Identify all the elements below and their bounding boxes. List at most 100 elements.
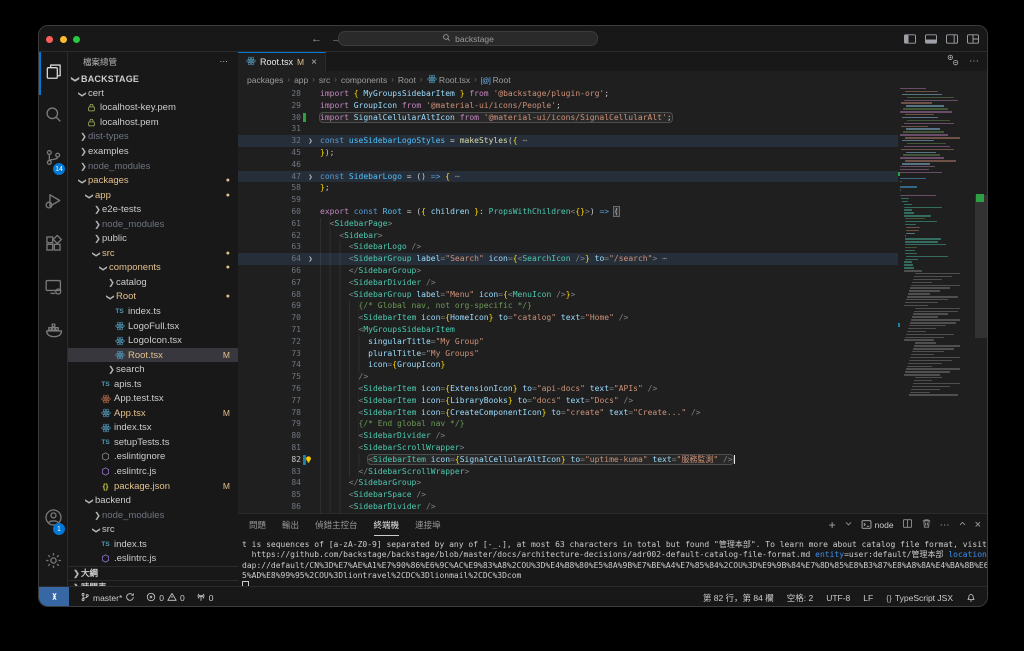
code-line-79[interactable]: 79 {/* End global nav */}	[238, 418, 898, 431]
toggle-panel-icon[interactable]	[924, 32, 938, 46]
code-line-69[interactable]: 69 {/* Global nav, not org-specific */}	[238, 300, 898, 313]
activity-accounts[interactable]: 1	[39, 498, 67, 541]
tree-item-localhost.pem[interactable]: localhost.pem	[68, 115, 238, 130]
maximize-panel-icon[interactable]	[958, 519, 967, 531]
code-line-58[interactable]: 58};	[238, 182, 898, 194]
ports-status[interactable]: 0	[196, 592, 214, 604]
code-line-63[interactable]: 63 <SidebarLogo />	[238, 241, 898, 254]
code-line-61[interactable]: 61 <SidebarPage>	[238, 217, 898, 230]
code-line-32[interactable]: 32 ❯ const useSidebarLogoStyles = makeStyl…	[238, 135, 898, 147]
toggle-secondary-sidebar-icon[interactable]	[945, 32, 959, 46]
tree-item-backend[interactable]: ❯ backend	[68, 493, 238, 508]
activity-explorer[interactable]	[39, 52, 67, 95]
tree-item-dist-types[interactable]: ❯ dist-types	[68, 130, 238, 145]
workspace-root[interactable]: ❯ BACKSTAGE	[68, 71, 238, 86]
split-terminal-icon[interactable]	[902, 518, 913, 532]
activity-remote-explorer[interactable]	[39, 267, 67, 310]
tree-item-examples[interactable]: ❯ examples	[68, 144, 238, 159]
code-line-73[interactable]: 73 pluralTitle="My Groups"	[238, 347, 898, 360]
tree-item-index.tsx[interactable]: index.tsx	[68, 421, 238, 436]
code-line-71[interactable]: 71 <MyGroupsSidebarItem	[238, 323, 898, 336]
code-line-74[interactable]: 74 icon={GroupIcon}	[238, 359, 898, 372]
problems-status[interactable]: 0 0	[146, 592, 185, 604]
tree-item-nodemodules[interactable]: ❯ node_modules	[68, 508, 238, 523]
code-line-62[interactable]: 62 <Sidebar>	[238, 229, 898, 242]
code-line-68[interactable]: 68 <SidebarGroup label="Menu" icon={<Menu…	[238, 288, 898, 301]
breadcrumbs[interactable]: packages › app › src › components › Root › Root.t…	[238, 71, 987, 88]
panel-tab-問題[interactable]: 問題	[249, 519, 266, 531]
language-mode[interactable]: {} TypeScript JSX	[886, 593, 953, 603]
encoding[interactable]: UTF-8	[826, 593, 850, 603]
toggle-sidebar-icon[interactable]	[903, 32, 917, 46]
panel-tab-連接埠[interactable]: 連接埠	[415, 519, 441, 531]
code-line-84[interactable]: 84 </SidebarGroup>	[238, 477, 898, 490]
panel-tab-輸出[interactable]: 輸出	[282, 519, 299, 531]
command-center-search[interactable]: backstage	[338, 31, 598, 46]
tree-item-public[interactable]: ❯ public	[68, 231, 238, 246]
tree-item-App.tsx[interactable]: App.tsx M	[68, 406, 238, 421]
code-line-82[interactable]: 82 <SidebarItem icon={SignalCellularAltIc…	[238, 453, 898, 466]
sidebar-more-icon[interactable]: ⋯	[220, 56, 229, 67]
code-line-46[interactable]: 46	[238, 159, 898, 171]
tree-item-apis.ts[interactable]: TS apis.ts	[68, 377, 238, 392]
editor-more-actions-icon[interactable]: ⋯	[969, 56, 979, 67]
code-line-47[interactable]: 47 ❯ const SidebarLogo = () => { ⋯	[238, 170, 898, 183]
terminal-instance[interactable]: node	[861, 519, 894, 532]
tree-item-catalog[interactable]: ❯ catalog	[68, 275, 238, 290]
customize-layout-icon[interactable]	[966, 32, 980, 46]
code-line-64[interactable]: 64 ❯ <SidebarGroup label="Search" icon={<S…	[238, 253, 898, 265]
tree-item-.eslintignore[interactable]: .eslintignore	[68, 450, 238, 465]
tab-close-icon[interactable]: ×	[311, 57, 317, 68]
tree-item-setupTests.ts[interactable]: TS setupTests.ts	[68, 435, 238, 450]
notifications-bell-icon[interactable]	[966, 592, 976, 604]
tree-item-app[interactable]: ❯ app ●	[68, 188, 238, 203]
code-line-83[interactable]: 83 </SidebarScrollWrapper>	[238, 465, 898, 478]
tree-item-LogoFull.tsx[interactable]: LogoFull.tsx	[68, 319, 238, 334]
cursor-position[interactable]: 第 82 行，第 84 欄	[703, 592, 774, 604]
tree-item-.eslintrc.js[interactable]: .eslintrc.js	[68, 464, 238, 479]
code-line-30[interactable]: 30 import SignalCellularAltIcon from '@ma…	[238, 111, 898, 124]
eol[interactable]: LF	[863, 593, 873, 603]
code-line-76[interactable]: 76 <SidebarItem icon={ExtensionIcon} to="…	[238, 382, 898, 395]
code-line-85[interactable]: 85 <SidebarSpace />	[238, 489, 898, 501]
new-terminal-button[interactable]: +	[829, 518, 836, 532]
tree-item-cert[interactable]: ❯ cert	[68, 86, 238, 101]
panel-tab-偵錯主控台[interactable]: 偵錯主控台	[315, 519, 358, 531]
tree-item-components[interactable]: ❯ components ●	[68, 261, 238, 276]
panel-tab-終端機[interactable]: 終端機	[374, 514, 400, 536]
branch-status[interactable]: master*	[80, 592, 135, 604]
tree-item-Root.tsx[interactable]: Root.tsx M	[68, 347, 238, 363]
editor-scrollbar[interactable]	[975, 195, 987, 338]
close-panel-icon[interactable]: ×	[975, 519, 981, 531]
nav-back-button[interactable]: ←	[311, 33, 322, 45]
activity-run-debug[interactable]	[39, 181, 67, 224]
tree-item-index.ts[interactable]: TS index.ts	[68, 537, 238, 552]
code-line-31[interactable]: 31	[238, 123, 898, 135]
fold-chevron-icon[interactable]: ❯	[308, 255, 312, 263]
tree-item-LogoIcon.tsx[interactable]: LogoIcon.tsx	[68, 333, 238, 348]
activity-docker[interactable]	[39, 310, 67, 353]
activity-search[interactable]	[39, 95, 67, 138]
terminal-output[interactable]: t is sequences of [a-zA-Z0-9] separated …	[242, 540, 987, 592]
code-line-70[interactable]: 70 <SidebarItem icon={HomeIcon} to="catal…	[238, 312, 898, 324]
tree-item-localhost-key.pem[interactable]: localhost-key.pem	[68, 101, 238, 116]
tree-item-nodemodules[interactable]: ❯ node_modules	[68, 217, 238, 232]
breadcrumb-item[interactable]: src	[319, 75, 330, 85]
code-line-80[interactable]: 80 <SidebarDivider />	[238, 430, 898, 442]
code-line-59[interactable]: 59	[238, 194, 898, 206]
breadcrumb-item[interactable]: Root.tsx	[426, 74, 470, 85]
tree-item-index.ts[interactable]: TS index.ts	[68, 304, 238, 319]
code-line-67[interactable]: 67 <SidebarDivider />	[238, 276, 898, 289]
tree-item-App.test.tsx[interactable]: App.test.tsx	[68, 391, 238, 406]
section-outline[interactable]: ❯ 大綱	[68, 566, 238, 580]
panel-more-actions-icon[interactable]: ⋯	[940, 520, 950, 531]
code-line-29[interactable]: 29 import GroupIcon from '@material-ui/ic…	[238, 100, 898, 112]
tree-item-e2e-tests[interactable]: ❯ e2e-tests	[68, 202, 238, 217]
breadcrumb-item[interactable]: components	[341, 75, 387, 85]
kill-terminal-icon[interactable]	[921, 518, 932, 532]
code-line-72[interactable]: 72 singularTitle="My Group"	[238, 335, 898, 348]
zoom-window-button[interactable]	[73, 36, 80, 43]
tree-item-search[interactable]: ❯ search	[68, 362, 238, 377]
tree-item-src[interactable]: ❯ src ●	[68, 246, 238, 261]
remote-indicator[interactable]	[39, 587, 69, 606]
